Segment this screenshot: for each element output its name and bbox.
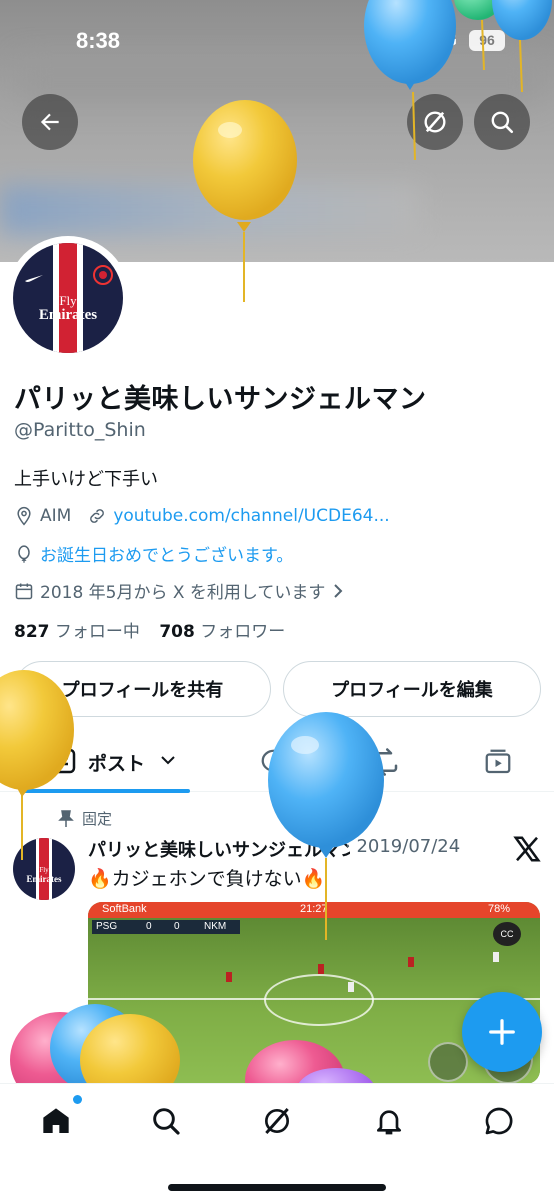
- post-avatar-text-fly: Fly: [39, 866, 49, 874]
- tab-active-indicator: [20, 789, 190, 793]
- nav-notifications[interactable]: [369, 1101, 409, 1141]
- reply-icon: [261, 749, 287, 777]
- nike-logo-icon: [25, 275, 43, 282]
- post-author[interactable]: パリッと美味しいサンジェルマン: [88, 836, 350, 862]
- profile-tabs: ポスト: [0, 732, 554, 793]
- search-button[interactable]: [474, 94, 530, 150]
- home-icon: [43, 1108, 69, 1133]
- score-home-team: PSG: [96, 921, 118, 932]
- website-link[interactable]: youtube.com/channel/UCDE64...: [113, 506, 389, 526]
- share-profile-button[interactable]: プロフィールを共有: [14, 661, 271, 717]
- tab-posts-label: ポスト: [88, 753, 146, 775]
- post-avatar-text-emirates: Emirates: [26, 874, 62, 884]
- profile-meta-joined[interactable]: 2018 年5月から X を利用しています: [14, 578, 345, 603]
- nav-grok[interactable]: [257, 1101, 297, 1141]
- chevron-down-icon: [161, 756, 175, 765]
- network-label: 4G: [433, 30, 458, 50]
- following-link[interactable]: 827 フォロー中: [14, 622, 140, 642]
- following-count: 827: [14, 622, 50, 642]
- location-text: AIM: [40, 506, 72, 526]
- video-scoreboard: PSG 0 0 NKM: [92, 920, 240, 934]
- video-time: 21:27: [300, 903, 328, 915]
- post-date: · 2019/07/24: [345, 836, 461, 857]
- tab-media[interactable]: [480, 744, 516, 780]
- balloon-icon: [18, 544, 30, 563]
- tab-posts[interactable]: ポスト: [20, 732, 190, 793]
- link-icon: [90, 509, 105, 523]
- joined-text: 2018 年5月から X を利用しています: [40, 583, 326, 603]
- score-home: 0: [146, 921, 152, 932]
- avatar-text-emirates: Emirates: [38, 307, 98, 323]
- video-carrier: SoftBank: [102, 903, 147, 915]
- followers-count: 708: [159, 622, 195, 642]
- avatar[interactable]: Fly Emirates: [13, 243, 123, 353]
- pinned-label: 固定: [82, 810, 113, 828]
- back-button[interactable]: [22, 94, 78, 150]
- edit-profile-button[interactable]: プロフィールを編集: [283, 661, 541, 717]
- psg-crest-icon: [93, 265, 113, 285]
- calendar-icon: [15, 583, 33, 599]
- tab-replies[interactable]: [256, 744, 292, 780]
- post-avatar[interactable]: Fly Emirates: [13, 838, 75, 900]
- nav-messages[interactable]: [479, 1101, 519, 1141]
- profile-meta-location-link: AIM youtube.com/channel/UCDE64...: [14, 506, 390, 526]
- score-away: 0: [174, 921, 180, 932]
- profile-name: パリッと美味しいサンジェルマン: [14, 384, 427, 415]
- grok-icon: [265, 1108, 289, 1134]
- pinned-indicator: 固定: [58, 808, 112, 829]
- captions-icon[interactable]: CC: [493, 922, 521, 946]
- battery-icon: 96: [469, 30, 505, 51]
- banner-blur: [0, 185, 420, 235]
- location-icon: [17, 506, 31, 526]
- video-tab-icon: [485, 749, 511, 774]
- followers-label: フォロワー: [200, 622, 286, 642]
- video-battery: 78%: [488, 903, 511, 915]
- arrow-left-icon: [40, 113, 59, 131]
- repost-icon: [374, 748, 398, 776]
- status-bar: 8:38 4G 96: [0, 0, 554, 80]
- bottom-navigation: [0, 1083, 554, 1200]
- score-away-team: NKM: [204, 921, 227, 932]
- followers-link[interactable]: 708 フォロワー: [159, 622, 285, 642]
- search-icon: [153, 1108, 180, 1135]
- home-indicator[interactable]: [168, 1184, 386, 1191]
- profile-handle: @Paritto_Shin: [14, 419, 146, 441]
- grok-icon: [424, 111, 446, 133]
- pin-icon: [58, 809, 74, 827]
- chevron-right-icon: [334, 583, 343, 598]
- plus-icon: [489, 1019, 515, 1045]
- grok-button[interactable]: [407, 94, 463, 150]
- nav-home[interactable]: [36, 1101, 76, 1141]
- messages-icon: [485, 1107, 513, 1135]
- post-text: 🔥カジェホンで負けない🔥: [88, 868, 326, 890]
- status-time: 8:38: [76, 28, 121, 53]
- game-button-icon: [428, 1042, 468, 1082]
- x-logo-icon: [513, 836, 541, 862]
- nav-search[interactable]: [146, 1101, 186, 1141]
- follow-stats: 827 フォロー中 708 フォロワー: [14, 617, 285, 642]
- birthday-text: お誕生日おめでとうございます。: [40, 546, 294, 566]
- profile-meta-birthday: お誕生日おめでとうございます。: [14, 541, 293, 566]
- compose-button[interactable]: [462, 992, 542, 1072]
- signal-icon: [396, 31, 426, 51]
- profile-bio: 上手いけど下手い: [14, 469, 158, 490]
- search-icon: [491, 111, 514, 134]
- pitch-circle: [264, 974, 374, 1026]
- video-status-bar: SoftBank 21:27 78%: [88, 902, 540, 918]
- bell-icon: [377, 1110, 401, 1135]
- following-label: フォロー中: [54, 622, 140, 642]
- posts-icon: [46, 748, 76, 774]
- tab-reposts[interactable]: [368, 744, 404, 780]
- home-notification-dot: [73, 1095, 82, 1104]
